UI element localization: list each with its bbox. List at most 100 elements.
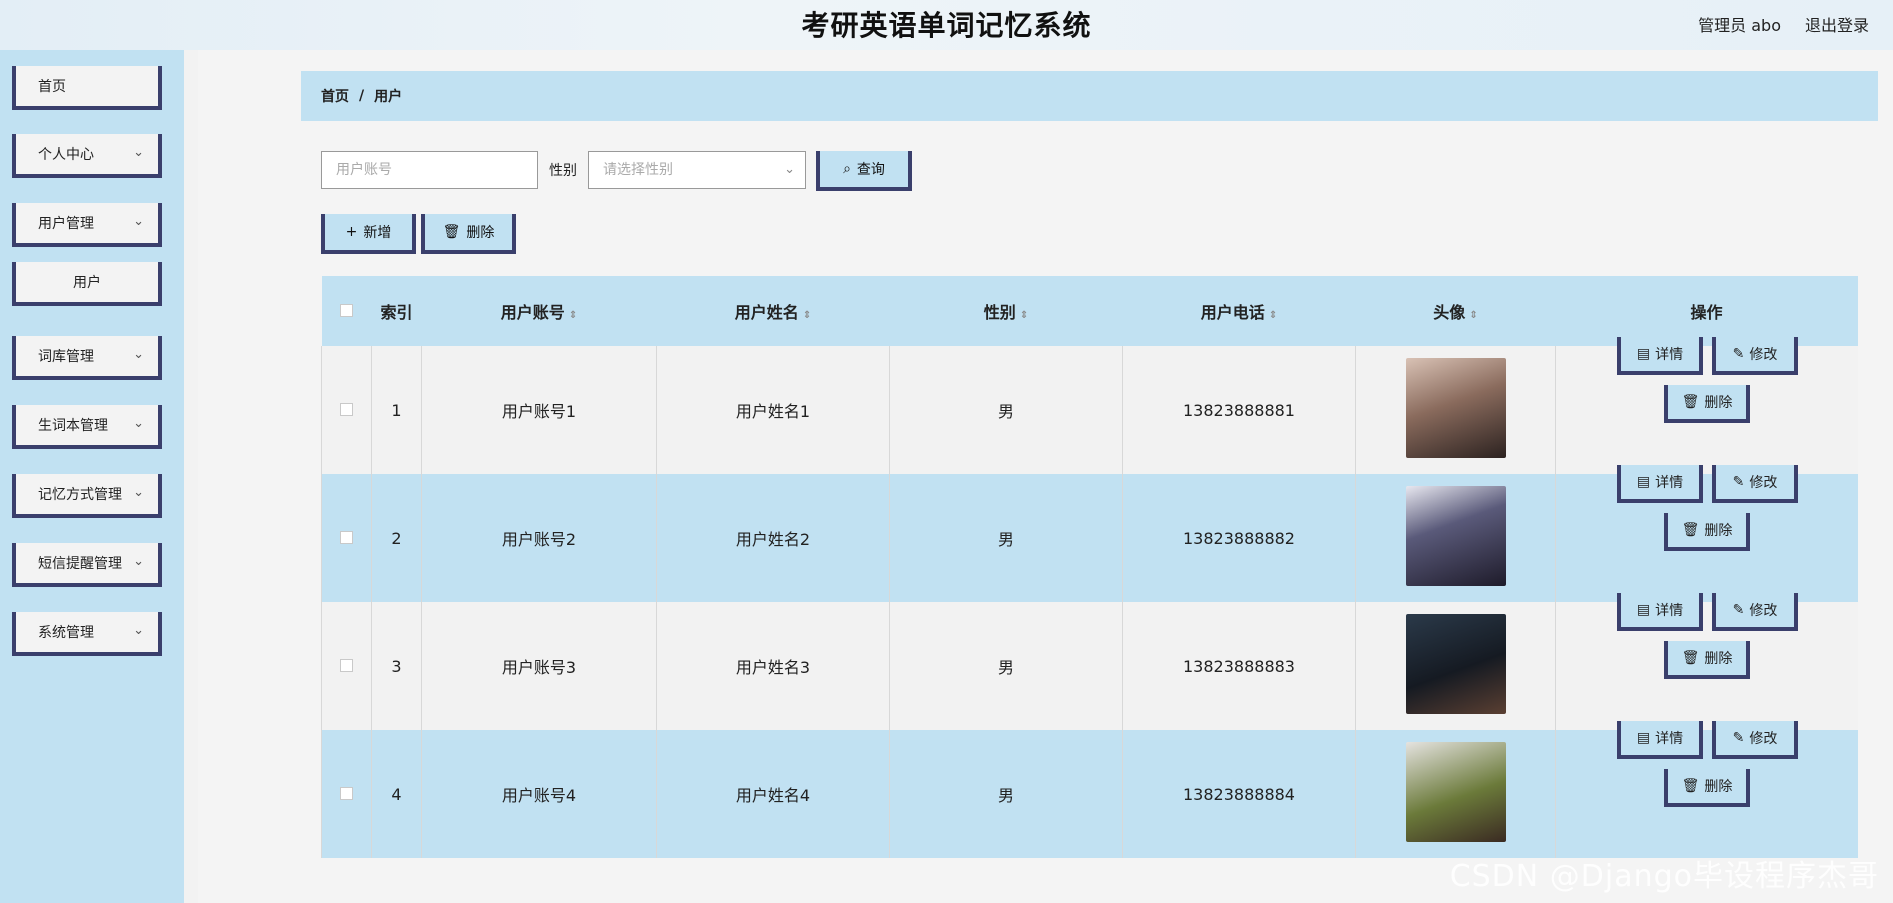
cell-name: 用户姓名1 <box>656 346 890 474</box>
sort-icon[interactable]: ⇕ <box>1469 310 1477 321</box>
pencil-icon: ✎ <box>1732 602 1745 618</box>
cell-phone: 13823888883 <box>1122 602 1356 730</box>
pencil-icon: ✎ <box>1732 474 1745 490</box>
chevron-down-icon: ⌄ <box>133 554 144 569</box>
header-avatar-label: 头像 <box>1433 303 1466 322</box>
edit-button[interactable]: ✎ 修改 <box>1712 721 1798 759</box>
detail-button[interactable]: ▤ 详情 <box>1617 593 1703 631</box>
breadcrumb-home[interactable]: 首页 <box>321 86 349 106</box>
cell-account: 用户账号4 <box>421 730 657 858</box>
document-icon: ▤ <box>1636 474 1651 490</box>
avatar[interactable] <box>1405 358 1506 458</box>
select-all-checkbox[interactable] <box>340 303 353 317</box>
header-avatar[interactable]: 头像 ⇕ <box>1355 276 1556 346</box>
document-icon: ▤ <box>1636 346 1651 362</box>
sidebar-item-wordbank[interactable]: 词库管理 ⌄ <box>12 336 162 380</box>
header-actions: 操作 <box>1555 276 1858 346</box>
avatar[interactable] <box>1405 742 1506 842</box>
document-icon: ▤ <box>1636 602 1651 618</box>
row-checkbox[interactable] <box>340 530 353 544</box>
cell-gender: 男 <box>889 602 1123 730</box>
delete-label: 删除 <box>1704 395 1733 411</box>
watermark: CSDN @Django毕设程序杰哥 <box>1449 859 1879 894</box>
row-checkbox[interactable] <box>340 402 353 416</box>
edit-button[interactable]: ✎ 修改 <box>1712 465 1798 503</box>
gender-label: 性别 <box>549 163 577 179</box>
delete-label: 删除 <box>1704 779 1733 795</box>
header-name[interactable]: 用户姓名 ⇕ <box>656 276 890 346</box>
detail-button[interactable]: ▤ 详情 <box>1617 721 1703 759</box>
detail-button[interactable]: ▤ 详情 <box>1617 465 1703 503</box>
search-icon: ⌕ <box>843 161 851 177</box>
gender-select[interactable]: 请选择性别 ⌄ <box>588 151 806 189</box>
sidebar-item-label: 用户 <box>73 275 101 291</box>
row-checkbox[interactable] <box>340 786 353 800</box>
sort-icon[interactable]: ⇕ <box>569 310 577 321</box>
sidebar-item-personal-center[interactable]: 个人中心 ⌄ <box>12 134 162 178</box>
header-gender-label: 性别 <box>983 303 1016 322</box>
sidebar-item-vocab-book[interactable]: 生词本管理 ⌄ <box>12 405 162 449</box>
pencil-icon: ✎ <box>1732 346 1745 362</box>
avatar[interactable] <box>1405 486 1506 586</box>
select-all-header <box>321 276 372 346</box>
cell-avatar <box>1355 730 1556 858</box>
table-row: 1 用户账号1 用户姓名1 男 13823888881 ▤ 详情 ✎ 修改 🗑 删除 <box>321 337 1858 474</box>
edit-label: 修改 <box>1749 347 1778 363</box>
cell-avatar <box>1355 602 1556 730</box>
chevron-down-icon: ⌄ <box>133 347 144 362</box>
detail-button[interactable]: ▤ 详情 <box>1617 337 1703 375</box>
row-checkbox-cell <box>321 346 372 474</box>
sort-icon[interactable]: ⇕ <box>803 310 811 321</box>
trash-icon: 🗑 <box>1681 778 1700 794</box>
chevron-down-icon: ⌄ <box>133 145 144 160</box>
plus-icon: + <box>345 224 358 240</box>
sidebar-item-label: 生词本管理 <box>38 418 108 434</box>
trash-icon: 🗑 <box>1681 650 1700 666</box>
sidebar-item-users[interactable]: 用户 <box>12 262 162 306</box>
edit-button[interactable]: ✎ 修改 <box>1712 593 1798 631</box>
sort-icon[interactable]: ⇕ <box>1020 310 1028 321</box>
document-icon: ▤ <box>1636 730 1651 746</box>
query-button[interactable]: ⌕ 查询 <box>816 151 912 191</box>
delete-label: 删除 <box>1704 523 1733 539</box>
delete-button[interactable]: 🗑 删除 <box>1664 513 1750 551</box>
sort-icon[interactable]: ⇕ <box>1269 310 1277 321</box>
gender-select-placeholder: 请选择性别 <box>603 162 673 178</box>
batch-delete-button[interactable]: 🗑 删除 <box>421 214 516 254</box>
admin-name: 管理员 abo <box>1698 16 1781 35</box>
add-button[interactable]: + 新增 <box>321 214 416 254</box>
cell-name: 用户姓名3 <box>656 602 890 730</box>
delete-button[interactable]: 🗑 删除 <box>1664 641 1750 679</box>
table-row: 2 用户账号2 用户姓名2 男 13823888882 ▤ 详情 ✎ 修改 🗑 删除 <box>321 465 1858 602</box>
row-checkbox[interactable] <box>340 658 353 672</box>
cell-actions: ▤ 详情 ✎ 修改 🗑 删除 <box>1555 593 1858 730</box>
sidebar-item-memory-method[interactable]: 记忆方式管理 ⌄ <box>12 474 162 518</box>
edit-button[interactable]: ✎ 修改 <box>1712 337 1798 375</box>
logout-link[interactable]: 退出登录 <box>1805 12 1869 36</box>
add-button-label: 新增 <box>363 225 392 241</box>
cell-actions: ▤ 详情 ✎ 修改 🗑 删除 <box>1555 721 1858 858</box>
chevron-down-icon: ⌄ <box>133 485 144 500</box>
sidebar-item-sms-reminder[interactable]: 短信提醒管理 ⌄ <box>12 543 162 587</box>
avatar[interactable] <box>1405 614 1506 714</box>
detail-label: 详情 <box>1655 731 1684 747</box>
delete-button[interactable]: 🗑 删除 <box>1664 385 1750 423</box>
detail-label: 详情 <box>1655 603 1684 619</box>
cell-index: 2 <box>371 474 422 602</box>
header-phone[interactable]: 用户电话 ⇕ <box>1122 276 1356 346</box>
edit-label: 修改 <box>1749 603 1778 619</box>
sidebar-item-user-management[interactable]: 用户管理 ⌄ <box>12 203 162 247</box>
edit-label: 修改 <box>1749 731 1778 747</box>
batch-delete-label: 删除 <box>466 225 495 241</box>
cell-actions: ▤ 详情 ✎ 修改 🗑 删除 <box>1555 337 1858 474</box>
delete-button[interactable]: 🗑 删除 <box>1664 769 1750 807</box>
chevron-down-icon: ⌄ <box>784 162 795 177</box>
sidebar-item-label: 首页 <box>38 79 66 95</box>
chevron-down-icon: ⌄ <box>133 214 144 229</box>
sidebar-item-label: 系统管理 <box>38 625 94 641</box>
header-account[interactable]: 用户账号 ⇕ <box>421 276 657 346</box>
header-gender[interactable]: 性别 ⇕ <box>889 276 1123 346</box>
account-search-input[interactable]: 用户账号 <box>321 151 538 189</box>
sidebar-item-home[interactable]: 首页 <box>12 66 162 110</box>
sidebar-item-system[interactable]: 系统管理 ⌄ <box>12 612 162 656</box>
